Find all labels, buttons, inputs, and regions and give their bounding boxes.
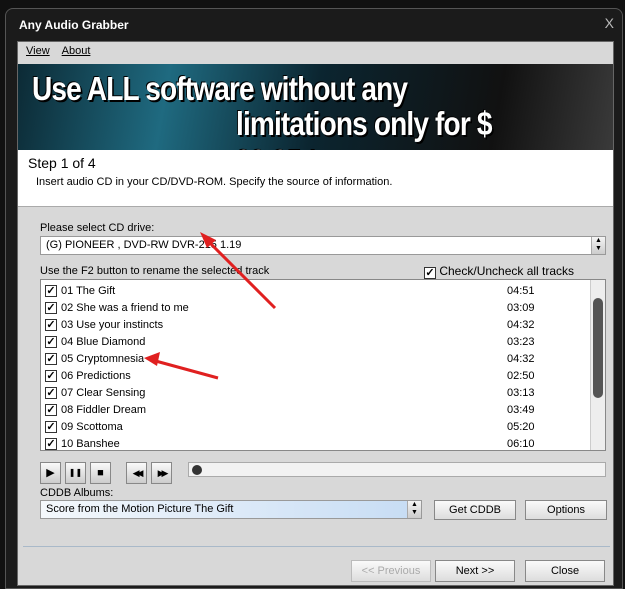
red-arrow [151, 358, 219, 380]
arrow-head [144, 352, 160, 366]
red-arrow [203, 236, 277, 310]
annotation-arrows [144, 232, 277, 380]
